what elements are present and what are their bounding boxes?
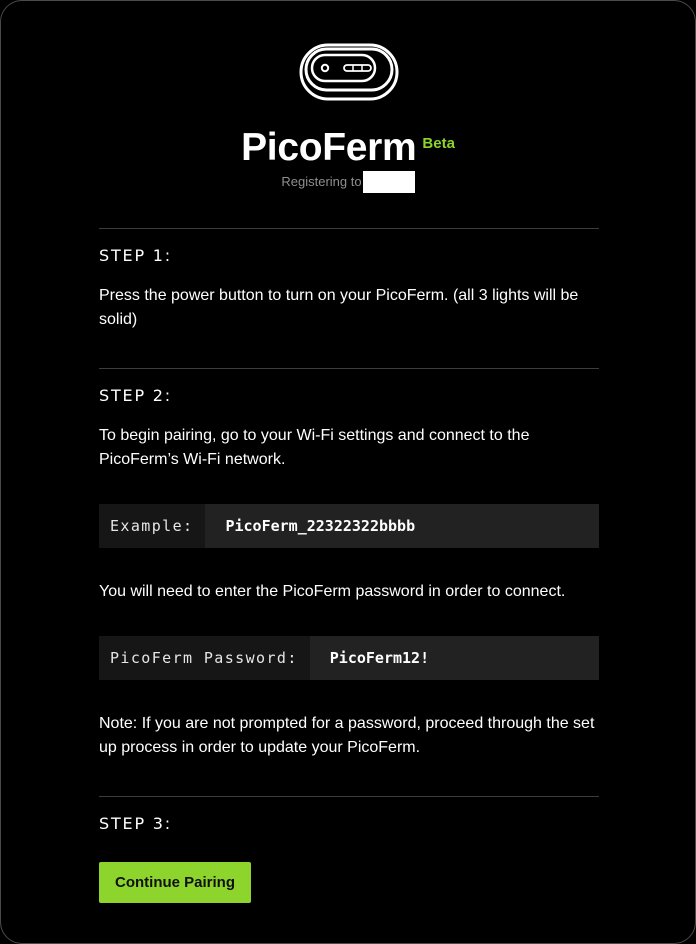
brand-header: PicoFerm Beta	[1, 125, 695, 171]
step-1-text: Press the power button to turn on your P…	[99, 287, 579, 328]
divider	[99, 228, 599, 229]
example-label: Example:	[99, 504, 206, 548]
divider	[99, 368, 599, 369]
password-box: PicoFerm Password: PicoFerm12!	[99, 636, 599, 680]
step-3-title: STEP 3:	[99, 814, 172, 833]
beta-badge: Beta	[422, 135, 455, 152]
pairing-page: PicoFerm Beta Registering to STEP 1: Pres…	[0, 0, 696, 944]
divider	[99, 796, 599, 797]
registering-account-box	[362, 171, 415, 193]
password-label: PicoFerm Password:	[99, 636, 310, 680]
password-value: PicoFerm12!	[329, 649, 430, 667]
password-intro-text: You will need to enter the PicoFerm pass…	[99, 583, 566, 600]
step-2-text: To begin pairing, go to your Wi-Fi setti…	[99, 427, 530, 468]
picoferm-device-icon	[299, 43, 399, 101]
registering-label: Registering to	[281, 174, 362, 189]
step-2-title: STEP 2:	[99, 386, 172, 405]
continue-pairing-button[interactable]: Continue Pairing	[99, 862, 251, 903]
example-network-box: Example: PicoFerm_22322322bbbb	[99, 504, 599, 548]
registering-line: Registering to	[1, 171, 695, 193]
example-network-name: PicoFerm_22322322bbbb	[225, 517, 416, 535]
brand-title: PicoFerm	[241, 126, 417, 169]
password-note: Note: If you are not prompted for a pass…	[99, 715, 595, 756]
step-1-title: STEP 1:	[99, 246, 172, 265]
